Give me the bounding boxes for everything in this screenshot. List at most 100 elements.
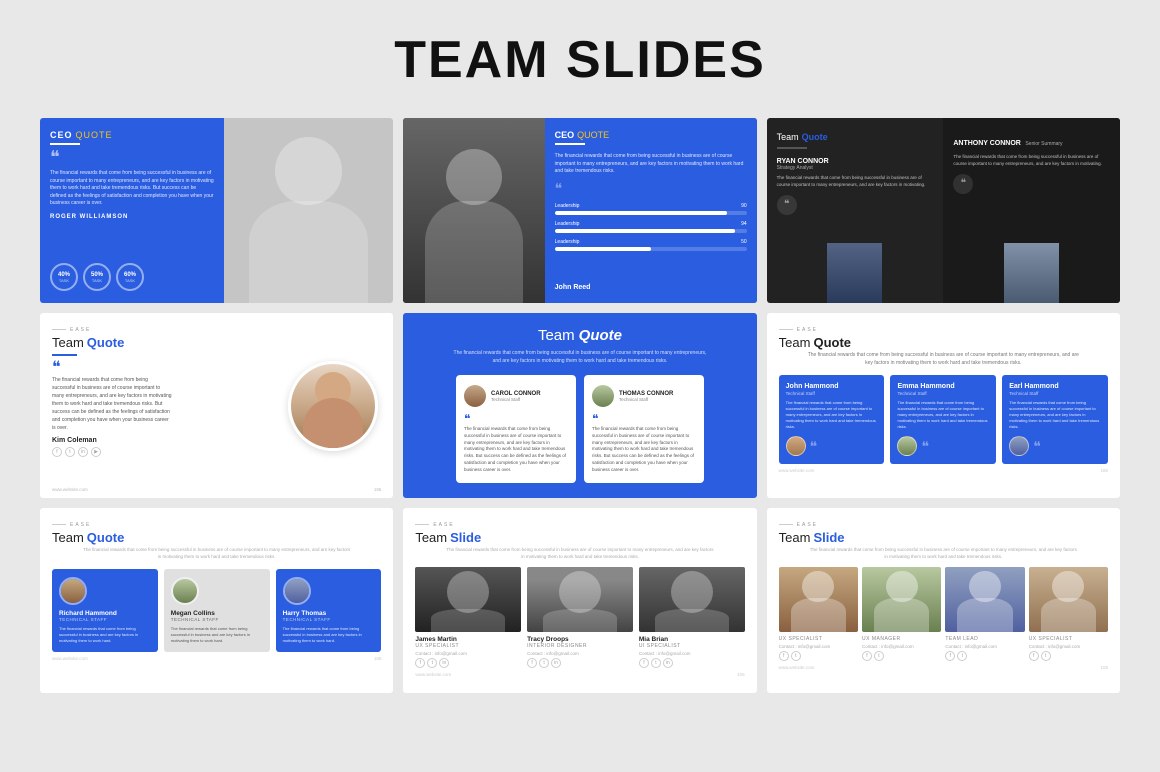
slide-5-sub-text: The financial rewards that come from bei… (450, 349, 710, 365)
slide-6-col-2-name: Emma Hammond (897, 383, 989, 390)
slide-9-p1-tw[interactable]: t (791, 651, 801, 661)
slide-2-bar-1: Leadership 90 (555, 203, 747, 215)
slide-3-left-bubble: ❝ (777, 195, 797, 215)
page-title: TEAM SLIDES (394, 30, 766, 90)
slide-8-photo-3 (639, 567, 745, 632)
slide-9-persons: UX SPECIALIST Contact : info@gmail.com f… (779, 567, 1108, 661)
slide-4-social-tw[interactable]: t (65, 447, 75, 457)
slide-9-ps-4 (1029, 567, 1108, 632)
slide-8-ps-2-head (559, 571, 601, 613)
slide-9-ease: EASE (779, 522, 1108, 528)
slide-8-p3-fb[interactable]: f (639, 658, 649, 668)
slide-8-title-plain: Team (415, 530, 447, 545)
slide-4-social-fb[interactable]: f (52, 447, 62, 457)
slide-9-p3-tw[interactable]: t (957, 651, 967, 661)
slide-9-p2-contact: Contact : info@gmail.com (862, 644, 941, 649)
slide-1[interactable]: CEO QUOTE ❝ The financial rewards that c… (40, 118, 393, 303)
slide-8-p3-in[interactable]: in (663, 658, 673, 668)
slide-9-p1-social: f t (779, 651, 858, 661)
slide-2-bar-2-label: Leadership 94 (555, 221, 747, 227)
slide-1-stat-2-lbl: TASK (92, 278, 102, 283)
slide-2-bar-2: Leadership 94 (555, 221, 747, 233)
slide-6-col-2: Emma Hammond Technical Staff The financi… (890, 375, 996, 464)
slide-5-card-1-avatar (464, 385, 486, 407)
slide-8-p2-contact: Contact : info@gmail.com (527, 651, 633, 656)
slides-grid: CEO QUOTE ❝ The financial rewards that c… (40, 118, 1120, 693)
slide-9-p4-contact: Contact : info@gmail.com (1029, 644, 1108, 649)
slide-8-p2-fb[interactable]: f (527, 658, 537, 668)
slide-9-photo-1 (779, 567, 858, 632)
slide-9-p4-tw[interactable]: t (1041, 651, 1051, 661)
slide-9-p3-fb[interactable]: f (945, 651, 955, 661)
slide-4-photo-inner (291, 364, 375, 448)
slide-8-p1-name: James Martin (415, 636, 521, 643)
slide-6-col-1-avatar (786, 436, 806, 456)
slide-9-ps-2-head (886, 571, 918, 603)
slide-9-title-plain: Team (779, 530, 811, 545)
slide-9-p3-contact: Contact : info@gmail.com (945, 644, 1024, 649)
slide-9-footer: www.website.com 105 (779, 661, 1108, 670)
slide-9-sub-text: The financial rewards that come from bei… (808, 547, 1078, 561)
slide-9-footer-url: www.website.com (779, 665, 815, 670)
slide-7[interactable]: EASE Team Quote The financial rewards th… (40, 508, 393, 693)
slide-4-footer-num: 185 (374, 487, 382, 492)
slide-6-footer-num: 185 (1100, 468, 1108, 473)
slide-7-ease: EASE (52, 522, 381, 528)
slide-9-ps-1-body (791, 598, 847, 631)
slide-9[interactable]: EASE Team Slide The financial rewards th… (767, 508, 1120, 693)
slide-9-ps-3 (945, 567, 1024, 632)
slide-8-p1-role: UX SPECIALIST (415, 643, 521, 649)
slide-4-footer-url: www.website.com (52, 487, 88, 492)
slide-7-box-3-avatar (283, 577, 311, 605)
slide-8-photo-2-inner (527, 567, 633, 632)
slide-8-p1-in[interactable]: in (439, 658, 449, 668)
slide-8-p2-tw[interactable]: t (539, 658, 549, 668)
slide-9-photo-4 (1029, 567, 1108, 632)
slide-8-person-2: Tracy Droops INTERIOR DESIGNER Contact :… (527, 567, 633, 668)
slide-9-ps-1 (779, 567, 858, 632)
slide-4-social-yt[interactable]: ▶ (91, 447, 101, 457)
slide-8-p1-fb[interactable]: f (415, 658, 425, 668)
slide-4[interactable]: EASE Team Quote ❝ The financial rewards … (40, 313, 393, 498)
slide-8-p1-tw[interactable]: t (427, 658, 437, 668)
slide-2[interactable]: CEO QUOTE The financial rewards that com… (403, 118, 756, 303)
slide-8-footer: www.website.com 105 (415, 668, 744, 677)
slide-5-card-1-header: CAROL CONNOR Technical Staff (464, 385, 568, 407)
slide-8-p2-in[interactable]: in (551, 658, 561, 668)
slide-6[interactable]: EASE Team Quote The financial rewards th… (767, 313, 1120, 498)
slide-8-p3-role: UI SPECIALIST (639, 643, 745, 649)
slide-1-body (249, 201, 368, 303)
slide-8-p3-tw[interactable]: t (651, 658, 661, 668)
slide-5[interactable]: Team Quote The financial rewards that co… (403, 313, 756, 498)
slide-7-title-bold: Quote (87, 530, 125, 545)
slide-3-left-role: Strategy Analyst (777, 165, 813, 171)
slide-6-col-1-q-icon: ❝ (810, 438, 818, 455)
slide-9-p4-role: UX SPECIALIST (1029, 636, 1108, 642)
slide-9-ps-1-head (802, 571, 834, 603)
slide-7-box-1-avatar-inner (61, 579, 85, 603)
slide-6-col-1-role: Technical Staff (786, 391, 878, 396)
slide-9-p1-fb[interactable]: f (779, 651, 789, 661)
slide-2-head (446, 149, 503, 206)
slide-1-photo (224, 118, 394, 303)
slide-9-ps-2-body (874, 598, 930, 631)
slide-9-p4-fb[interactable]: f (1029, 651, 1039, 661)
slide-9-p2-tw[interactable]: t (874, 651, 884, 661)
slide-4-divider (52, 354, 77, 356)
slide-3-right-bubble: ❝ (953, 174, 973, 194)
slide-9-ps-3-body (957, 598, 1013, 631)
slide-8-footer-num: 105 (737, 672, 745, 677)
slide-3-tag-team: Team (777, 132, 799, 142)
slide-6-footer: www.website.com 185 (779, 464, 1108, 473)
slide-4-title-plain: Team (52, 335, 84, 350)
slide-4-social-in[interactable]: in (78, 447, 88, 457)
slide-9-p2-fb[interactable]: f (862, 651, 872, 661)
slide-8-p2-name: Tracy Droops (527, 636, 633, 643)
slide-3[interactable]: Team Quote RYAN CONNOR Strategy Analyst … (767, 118, 1120, 303)
slide-8[interactable]: EASE Team Slide The financial rewards th… (403, 508, 756, 693)
slide-5-card-1-role: Technical Staff (491, 397, 541, 402)
slide-8-title-bold: Slide (450, 530, 481, 545)
slide-6-title-plain: Team (779, 335, 811, 350)
slide-6-col-3-avatar (1009, 436, 1029, 456)
slide-5-card-1-icon: ❝ (464, 412, 568, 426)
